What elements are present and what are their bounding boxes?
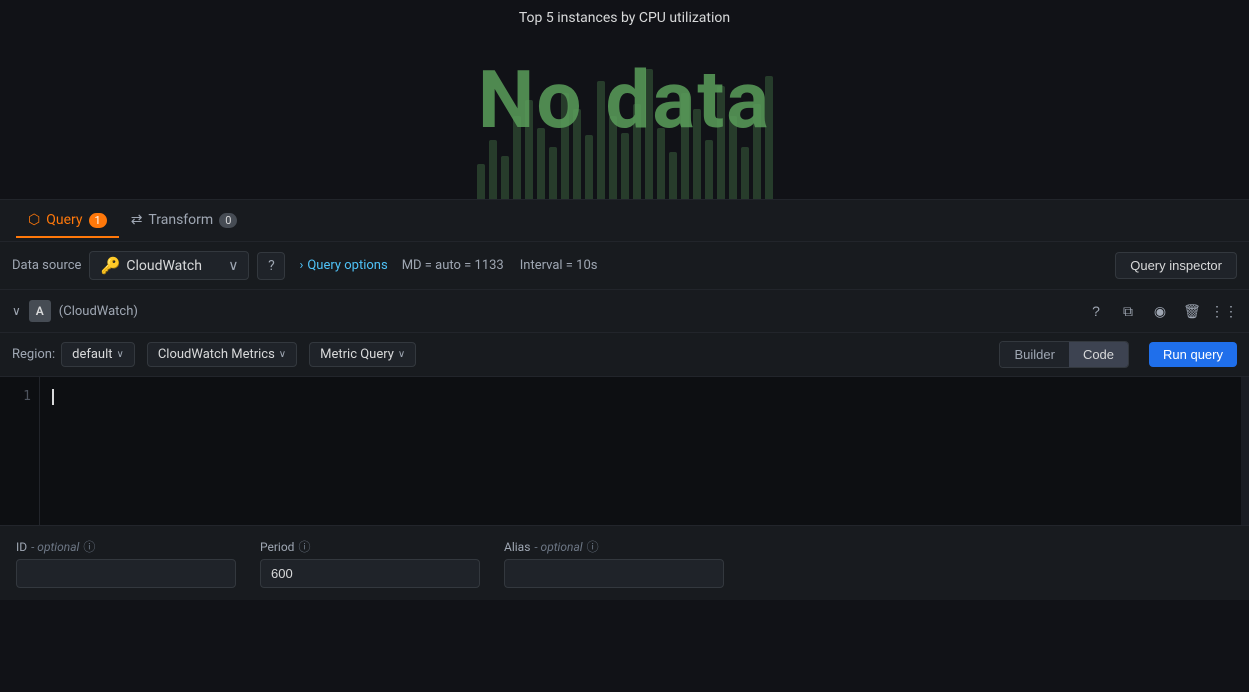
code-mode-button[interactable]: Code <box>1069 342 1128 367</box>
query-copy-button[interactable]: ⧉ <box>1115 298 1141 324</box>
service-group: CloudWatch Metrics ∨ <box>147 342 297 367</box>
region-chevron-icon: ∨ <box>117 349 124 360</box>
datasource-select[interactable]: 🔑 CloudWatch ∨ <box>89 251 249 280</box>
tab-transform[interactable]: ⇄ Transform 0 <box>119 204 250 238</box>
region-select[interactable]: default ∨ <box>61 342 135 367</box>
query-delete-button[interactable]: 🗑 <box>1179 298 1205 324</box>
id-info-icon: ⓘ <box>83 538 95 555</box>
period-field-group: Period ⓘ <box>260 538 480 588</box>
bottom-fields: ID - optional ⓘ Period ⓘ Alias - optiona… <box>0 526 1249 600</box>
code-editor[interactable]: 1 <box>0 377 1249 525</box>
query-eye-icon: ◉ <box>1154 303 1166 320</box>
query-options-row: Region: default ∨ CloudWatch Metrics ∨ M… <box>0 333 1249 377</box>
builder-code-toggle: Builder Code <box>999 341 1129 368</box>
id-field-group: ID - optional ⓘ <box>16 538 236 588</box>
text-cursor <box>52 389 54 405</box>
period-label: Period ⓘ <box>260 538 480 555</box>
query-copy-icon: ⧉ <box>1123 303 1133 320</box>
query-type-group: Metric Query ∨ <box>309 342 416 367</box>
query-options-chevron-icon: › <box>299 258 303 273</box>
region-label: Region: <box>12 347 55 362</box>
query-help-icon: ? <box>1092 303 1100 319</box>
query-row-header: ∨ A (CloudWatch) ? ⧉ ◉ 🗑 ⋮⋮ <box>0 290 1249 333</box>
datasource-value: CloudWatch <box>126 258 202 274</box>
builder-mode-button[interactable]: Builder <box>1000 342 1068 367</box>
query-tab-icon: ⬡ <box>28 212 40 228</box>
tabs-bar: ⬡ Query 1 ⇄ Transform 0 <box>0 200 1249 242</box>
query-visibility-button[interactable]: ◉ <box>1147 298 1173 324</box>
interval-info: Interval = 10s <box>520 258 598 273</box>
datasource-chevron-icon: ∨ <box>228 258 238 274</box>
query-more-icon: ⋮⋮ <box>1210 303 1238 320</box>
line-numbers: 1 <box>0 377 40 525</box>
alias-field-group: Alias - optional ⓘ <box>504 538 724 588</box>
query-tab-badge: 1 <box>89 213 107 228</box>
run-query-button[interactable]: Run query <box>1149 342 1237 367</box>
transform-tab-badge: 0 <box>219 213 237 228</box>
alias-label: Alias - optional ⓘ <box>504 538 724 555</box>
alias-input[interactable] <box>504 559 724 588</box>
id-input[interactable] <box>16 559 236 588</box>
query-type-chevron-icon: ∨ <box>398 349 405 360</box>
query-inspector-button[interactable]: Query inspector <box>1115 252 1237 279</box>
query-options-info: MD = auto = 1133 Interval = 10s <box>402 258 598 273</box>
line-number-1: 1 <box>8 389 31 404</box>
datasource-help-button[interactable]: ? <box>257 252 285 280</box>
chart-title: Top 5 instances by CPU utilization <box>519 10 730 26</box>
query-row-actions: ? ⧉ ◉ 🗑 ⋮⋮ <box>1083 298 1237 324</box>
cloudwatch-icon: 🔑 <box>100 256 120 275</box>
datasource-label: Data source <box>12 258 81 273</box>
query-options-label: Query options <box>307 258 387 273</box>
query-options-button[interactable]: › Query options <box>293 254 393 277</box>
chart-panel: Top 5 instances by CPU utilization No da… <box>0 0 1249 200</box>
id-label: ID - optional ⓘ <box>16 538 236 555</box>
service-select[interactable]: CloudWatch Metrics ∨ <box>147 342 297 367</box>
query-tab-label: Query <box>46 212 82 228</box>
collapse-button[interactable]: ∨ <box>12 304 21 318</box>
period-input[interactable] <box>260 559 480 588</box>
query-trash-icon: 🗑 <box>1183 303 1201 320</box>
period-info-icon: ⓘ <box>298 538 310 555</box>
transform-tab-icon: ⇄ <box>131 212 143 228</box>
query-type-select[interactable]: Metric Query ∨ <box>309 342 416 367</box>
no-data-label: No data <box>478 53 771 147</box>
query-datasource-tag: (CloudWatch) <box>59 304 138 319</box>
query-editor: ∨ A (CloudWatch) ? ⧉ ◉ 🗑 ⋮⋮ Region: <box>0 290 1249 526</box>
md-info: MD = auto = 1133 <box>402 258 504 273</box>
service-value: CloudWatch Metrics <box>158 347 275 362</box>
alias-info-icon: ⓘ <box>587 538 599 555</box>
service-chevron-icon: ∨ <box>279 349 286 360</box>
code-content-area[interactable] <box>40 377 1241 525</box>
query-more-button[interactable]: ⋮⋮ <box>1211 298 1237 324</box>
help-icon: ? <box>268 258 275 274</box>
region-value: default <box>72 347 112 362</box>
query-type-value: Metric Query <box>320 347 394 362</box>
scrollbar[interactable] <box>1241 377 1249 525</box>
query-letter-badge: A <box>29 300 51 322</box>
query-controls-bar: Data source 🔑 CloudWatch ∨ ? › Query opt… <box>0 242 1249 290</box>
transform-tab-label: Transform <box>148 212 213 228</box>
tab-query[interactable]: ⬡ Query 1 <box>16 204 119 238</box>
query-help-button[interactable]: ? <box>1083 298 1109 324</box>
region-group: Region: default ∨ <box>12 342 135 367</box>
